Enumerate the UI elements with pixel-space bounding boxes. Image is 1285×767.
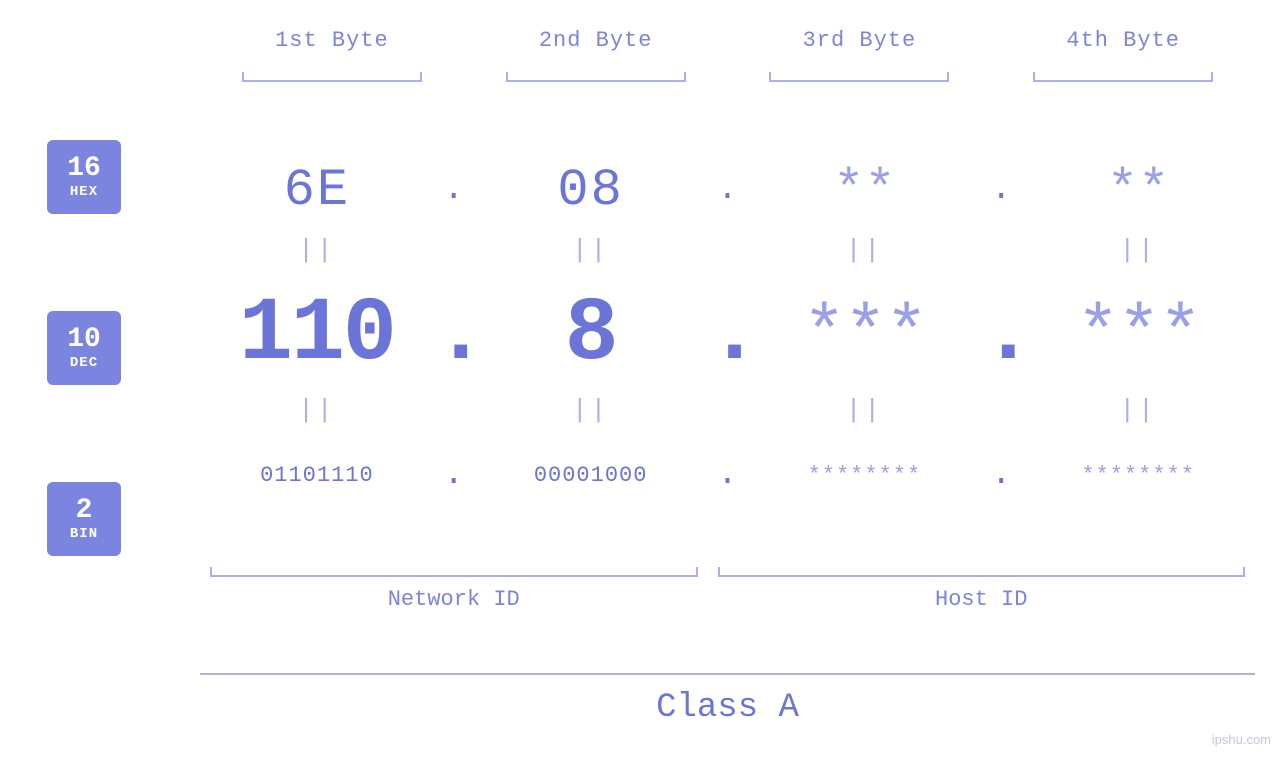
bracket-1: [200, 80, 464, 82]
class-label: Class A: [200, 689, 1255, 727]
bracket-2: [464, 80, 728, 82]
hex-row: 6E . 08 . ** . **: [200, 150, 1255, 230]
eq2-2: ||: [474, 395, 708, 425]
dec-dot2: .: [708, 290, 748, 380]
eq1-2: ||: [474, 235, 708, 265]
network-bracket: Network ID: [200, 575, 708, 612]
eq2-1: ||: [200, 395, 434, 425]
network-id-label: Network ID: [200, 587, 708, 612]
byte-label-2: 2nd Byte: [464, 28, 728, 53]
dec-byte2: 8: [474, 284, 708, 386]
dec-dot3: .: [981, 290, 1021, 380]
dec-badge-label: DEC: [70, 355, 98, 371]
main-container: 1st Byte 2nd Byte 3rd Byte 4th Byte 16 H…: [0, 0, 1285, 767]
class-line: [200, 673, 1255, 675]
eq2-4: ||: [1021, 395, 1255, 425]
hex-badge-label: HEX: [70, 184, 98, 200]
hex-dot1: .: [434, 171, 474, 209]
bin-badge-label: BIN: [70, 526, 98, 542]
byte-labels: 1st Byte 2nd Byte 3rd Byte 4th Byte: [200, 28, 1255, 53]
hex-dot2: .: [708, 171, 748, 209]
equals-row-2: || || || ||: [200, 390, 1255, 430]
bin-byte2: 00001000: [474, 463, 708, 488]
byte-label-4: 4th Byte: [991, 28, 1255, 53]
dec-byte4: ***: [1021, 294, 1255, 376]
bottom-bracket-area: Network ID Host ID: [200, 575, 1255, 612]
bin-badge-num: 2: [76, 496, 93, 527]
bin-dot3: .: [981, 456, 1021, 494]
base-badges: 16 HEX 10 DEC 2 BIN: [47, 140, 121, 556]
byte-bracket-lines: [200, 80, 1255, 82]
hex-byte4: **: [1021, 161, 1255, 220]
bin-dot1: .: [434, 456, 474, 494]
bin-byte1: 01101110: [200, 463, 434, 488]
network-line: [210, 575, 698, 577]
bin-byte3: ********: [748, 463, 982, 488]
rows-container: 6E . 08 . ** . ** || ||: [200, 130, 1255, 510]
dec-byte3: ***: [748, 294, 982, 376]
bin-dot2: .: [708, 456, 748, 494]
dec-byte1: 110: [200, 284, 434, 386]
bin-badge: 2 BIN: [47, 482, 121, 556]
eq1-4: ||: [1021, 235, 1255, 265]
byte-label-1: 1st Byte: [200, 28, 464, 53]
class-section: Class A: [200, 673, 1255, 727]
bin-row: 01101110 . 00001000 . ******** . *******…: [200, 440, 1255, 510]
dec-dot1: .: [434, 290, 474, 380]
equals-row-1: || || || ||: [200, 230, 1255, 270]
dec-badge-num: 10: [67, 325, 101, 356]
eq2-3: ||: [748, 395, 982, 425]
host-line: [718, 575, 1246, 577]
hex-byte3: **: [748, 161, 982, 220]
bin-byte4: ********: [1021, 463, 1255, 488]
hex-badge-num: 16: [67, 154, 101, 185]
hex-byte1: 6E: [200, 161, 434, 220]
host-bracket: Host ID: [708, 575, 1256, 612]
host-id-label: Host ID: [708, 587, 1256, 612]
eq1-3: ||: [748, 235, 982, 265]
dec-badge: 10 DEC: [47, 311, 121, 385]
watermark: ipshu.com: [1212, 732, 1271, 747]
hex-dot3: .: [981, 171, 1021, 209]
hex-byte2: 08: [474, 161, 708, 220]
byte-label-3: 3rd Byte: [728, 28, 992, 53]
hex-badge: 16 HEX: [47, 140, 121, 214]
eq1-1: ||: [200, 235, 434, 265]
bracket-4: [991, 80, 1255, 82]
dec-row: 110 . 8 . *** . ***: [200, 280, 1255, 390]
bracket-3: [728, 80, 992, 82]
